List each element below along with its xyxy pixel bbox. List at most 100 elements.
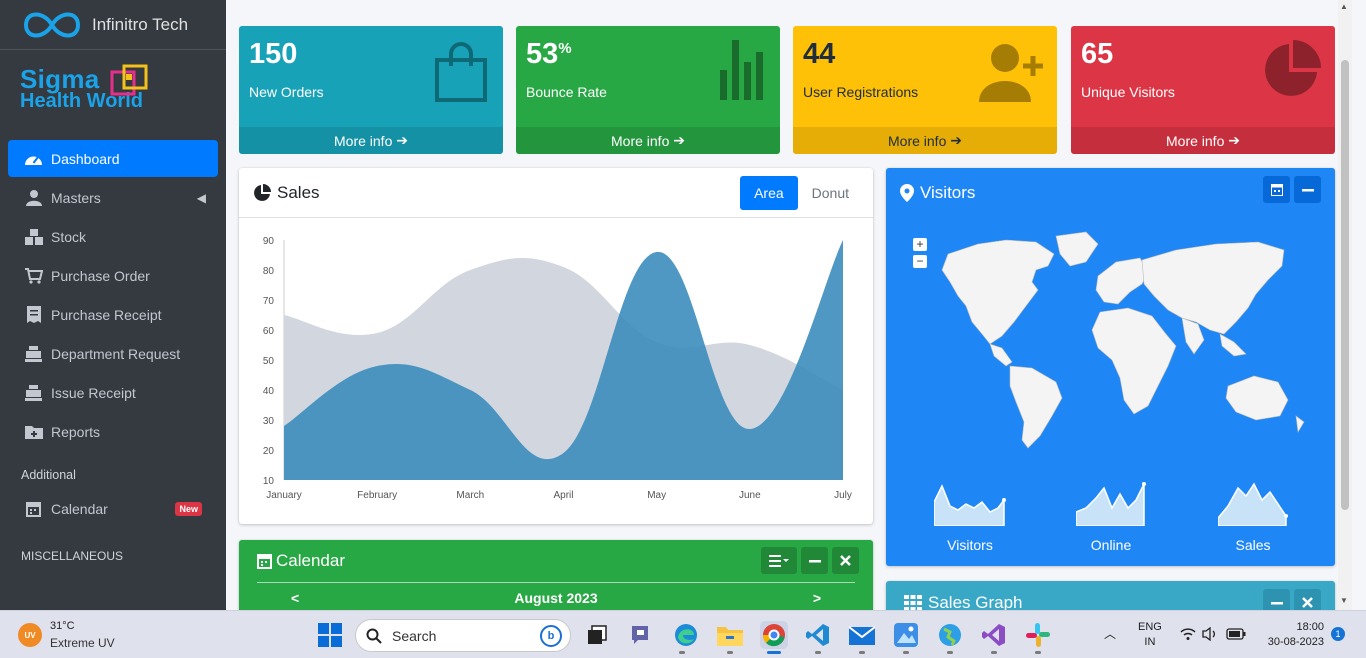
sales-graph-close-button[interactable] <box>1294 589 1321 610</box>
tab-area[interactable]: Area <box>740 176 798 210</box>
arrow-circle-right-icon: ➔ <box>673 132 685 148</box>
chevron-left-icon[interactable]: < <box>291 590 299 606</box>
visitors-title: Visitors <box>920 183 976 202</box>
minus-icon <box>1301 188 1314 191</box>
shopping-bag-icon <box>435 42 487 102</box>
sidebar-item-label: Purchase Receipt <box>51 306 162 323</box>
sales-sparkline <box>1218 482 1288 526</box>
bounce-rate-box: 53% Bounce Rate More info ➔ <box>516 26 780 154</box>
y-tick-label: 50 <box>263 356 275 367</box>
x-tick-label: March <box>456 490 484 501</box>
calendar-menu-button[interactable] <box>761 547 797 574</box>
calendar-close-button[interactable] <box>832 547 859 574</box>
file-explorer-icon[interactable] <box>716 621 744 649</box>
x-tick-label: July <box>834 490 852 501</box>
language-indicator[interactable]: ENG IN <box>1138 620 1162 650</box>
wifi-icon[interactable] <box>1180 627 1196 641</box>
page-scrollbar[interactable]: ▲ ▼ <box>1338 0 1352 610</box>
more-info-link[interactable]: More info ➔ <box>239 127 503 154</box>
windows-taskbar: UV 31°C Extreme UV Search b ︿ ENG IN 18:… <box>0 610 1366 658</box>
calendar-collapse-button[interactable] <box>801 547 828 574</box>
visitors-card-header: Visitors <box>886 168 1335 218</box>
weather-desc: Extreme UV <box>50 636 115 650</box>
chrome-active-indicator <box>767 651 781 654</box>
user-registrations-box: 44 User Registrations More info ➔ <box>793 26 1057 154</box>
uv-weather-icon[interactable]: UV <box>18 623 42 647</box>
sidebar-item-issue-receipt[interactable]: Issue Receipt <box>8 374 218 411</box>
photos-icon[interactable] <box>892 621 920 649</box>
folder-plus-icon <box>24 422 43 441</box>
more-info-label: More info <box>1166 132 1225 149</box>
more-info-link[interactable]: More info ➔ <box>516 127 780 154</box>
sidebar-item-purchase-order[interactable]: Purchase Order <box>8 257 218 294</box>
bing-icon[interactable]: b <box>540 625 562 647</box>
calendar-icon <box>24 499 43 518</box>
battery-icon[interactable] <box>1226 627 1246 641</box>
cart-plus-icon <box>24 266 43 285</box>
slack-icon[interactable] <box>1024 621 1052 649</box>
vscode-icon[interactable] <box>804 621 832 649</box>
box-value: 53% <box>526 38 572 71</box>
sidebar-item-label: Calendar <box>51 500 108 517</box>
nav-header-misc: MISCELLANEOUS <box>21 549 124 563</box>
sales-card: Sales Area Donut 10 20 30 40 50 60 70 80 90 Janua… <box>239 168 873 524</box>
sidebar-item-reports[interactable]: Reports <box>8 413 218 450</box>
collapse-button[interactable] <box>1294 176 1321 203</box>
sales-graph-card: Sales Graph <box>886 581 1335 610</box>
box-value: 150 <box>249 38 298 70</box>
box-label: Unique Visitors <box>1081 84 1175 100</box>
y-tick-label: 90 <box>263 236 275 247</box>
chevron-right-icon[interactable]: > <box>813 590 821 606</box>
more-info-label: More info <box>611 132 670 149</box>
sidebar-item-stock[interactable]: Stock <box>8 218 218 255</box>
visual-studio-icon[interactable] <box>980 621 1008 649</box>
scroll-thumb[interactable] <box>1341 60 1349 510</box>
maps-icon[interactable] <box>936 621 964 649</box>
brand-link[interactable]: Infinitro Tech <box>0 0 226 50</box>
sidebar-nav: Dashboard Masters ◀ Stock Purchase Order <box>0 140 226 450</box>
volume-icon[interactable] <box>1202 627 1218 641</box>
tab-donut[interactable]: Donut <box>798 176 863 210</box>
y-tick-label: 30 <box>263 416 275 427</box>
teams-chat-icon[interactable] <box>628 621 656 649</box>
world-map[interactable] <box>886 226 1335 456</box>
dashboard-icon <box>24 149 43 168</box>
sales-graph-header: Sales Graph <box>886 581 1335 610</box>
sidebar-item-dashboard[interactable]: Dashboard <box>8 140 218 177</box>
chrome-browser-icon[interactable] <box>760 621 788 649</box>
box-label: New Orders <box>249 84 324 100</box>
sidebar-item-calendar[interactable]: Calendar New <box>8 490 218 527</box>
vscode-running-indicator <box>815 651 821 654</box>
chevron-up-icon[interactable]: ︿ <box>1104 625 1116 642</box>
calendar-card: Calendar < August 2023 > <box>239 540 873 610</box>
clock-time: 18:00 <box>1296 621 1324 633</box>
pie-chart-icon <box>254 183 271 201</box>
taskbar-search[interactable]: Search b <box>355 619 571 652</box>
sidebar-item-department-request[interactable]: Department Request <box>8 335 218 372</box>
mail-icon[interactable] <box>848 621 876 649</box>
date-range-button[interactable] <box>1263 176 1290 203</box>
edge-browser-icon[interactable] <box>672 621 700 649</box>
sidebar-item-label: Department Request <box>51 345 181 362</box>
clock-date: 30-08-2023 <box>1267 636 1324 648</box>
more-info-link[interactable]: More info ➔ <box>793 127 1057 154</box>
clock[interactable]: 18:00 30-08-2023 <box>1258 620 1324 650</box>
box-value: 44 <box>803 38 836 70</box>
scroll-down-icon[interactable]: ▼ <box>1340 596 1348 605</box>
task-view-icon[interactable] <box>583 621 611 649</box>
cash-register-icon <box>24 344 43 363</box>
sidebar-item-masters[interactable]: Masters ◀ <box>8 179 218 216</box>
box-label: Bounce Rate <box>526 84 607 100</box>
scroll-up-icon[interactable]: ▲ <box>1340 2 1348 11</box>
sidebar-item-label: Dashboard <box>51 150 120 167</box>
notification-badge[interactable]: 1 <box>1331 627 1345 641</box>
cash-register-icon <box>24 383 43 402</box>
more-info-link[interactable]: More info ➔ <box>1071 127 1335 154</box>
sales-graph-collapse-button[interactable] <box>1263 589 1290 610</box>
sidebar-item-purchase-receipt[interactable]: Purchase Receipt <box>8 296 218 333</box>
maps-running-indicator <box>947 651 953 654</box>
more-info-label: More info <box>334 132 393 149</box>
windows-start-icon[interactable] <box>316 621 344 649</box>
visitors-card: Visitors + − Visitors Online Sales <box>886 168 1335 566</box>
y-tick-label: 60 <box>263 326 275 337</box>
